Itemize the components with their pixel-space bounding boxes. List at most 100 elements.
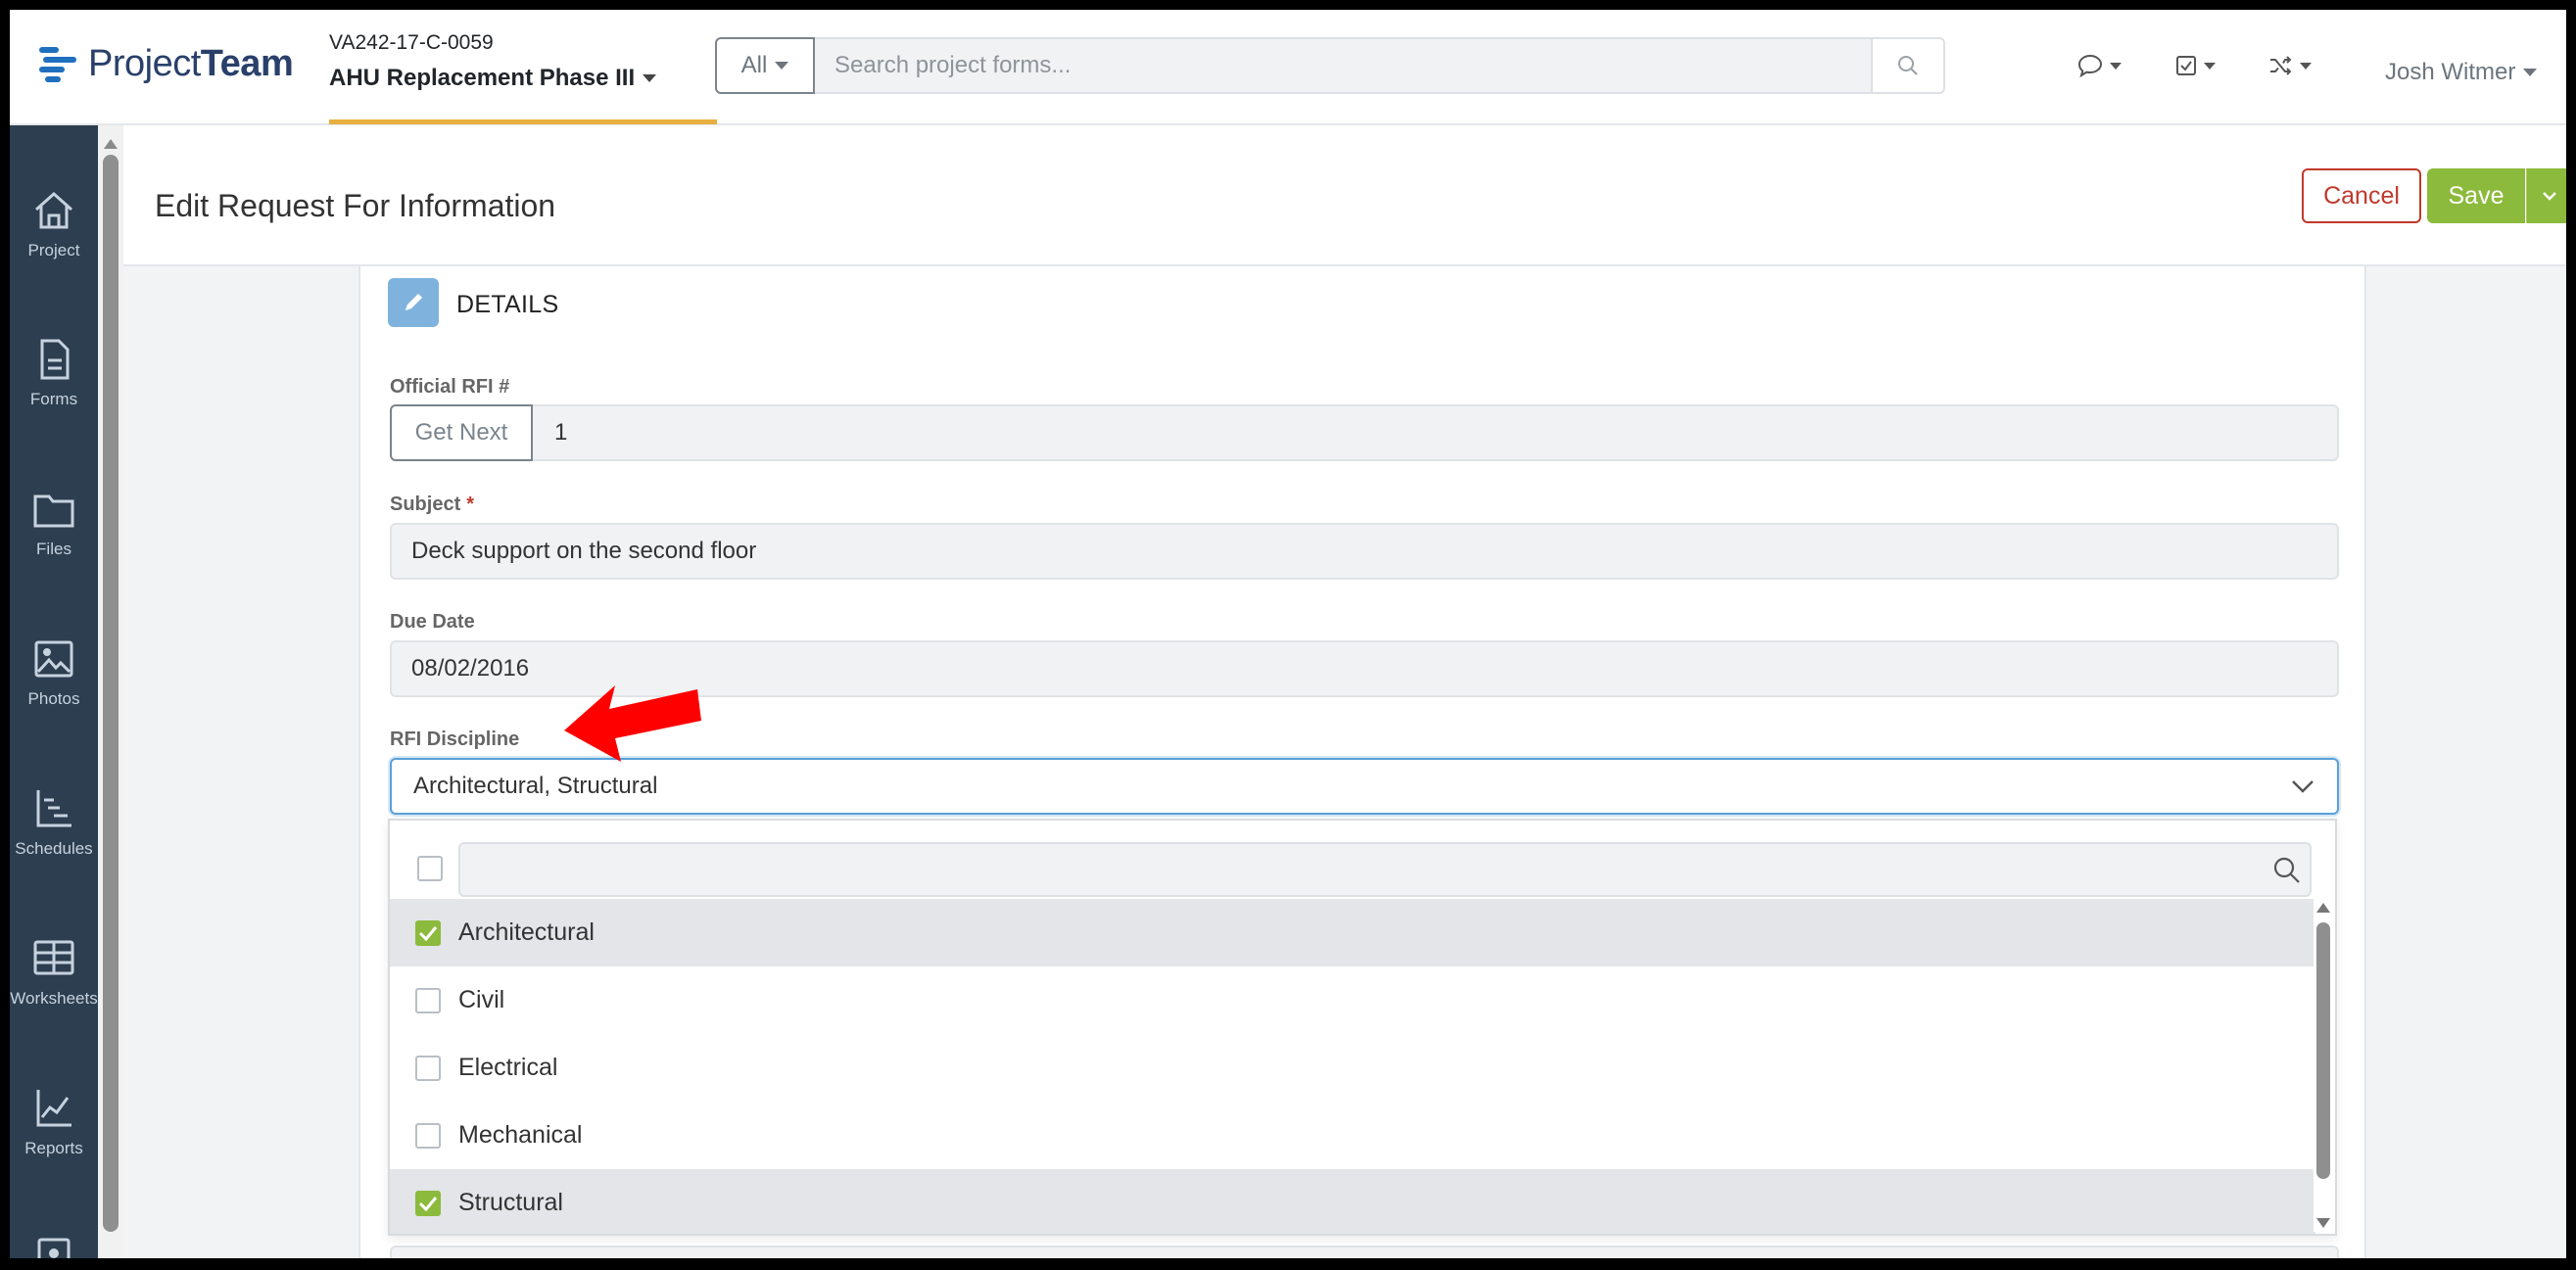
- project-code: VA242-17-C-0059: [329, 31, 494, 54]
- caret-down-icon: [2204, 62, 2216, 70]
- sidebar-item-label: Schedules: [15, 839, 93, 858]
- section-edit-badge: [388, 278, 439, 327]
- select-all-checkbox[interactable]: [417, 856, 443, 881]
- search-input[interactable]: Search project forms...: [815, 37, 1873, 94]
- official-rfi-label: Official RFI #: [390, 376, 510, 398]
- tasks-menu[interactable]: [2174, 54, 2216, 77]
- option-checkbox[interactable]: [415, 1190, 441, 1216]
- image-icon: [34, 640, 73, 678]
- option-checkbox[interactable]: [415, 919, 441, 946]
- dropdown-option-structural[interactable]: Structural: [390, 1169, 2315, 1234]
- caret-down-icon: [2110, 62, 2122, 70]
- sidebar: Project Forms Files Photos Schedules Wor…: [10, 125, 98, 1258]
- dropdown-option-mechanical[interactable]: Mechanical: [390, 1102, 2315, 1169]
- scroll-down-arrow-icon[interactable]: [2316, 1218, 2330, 1228]
- contact-card-icon: [37, 1238, 71, 1258]
- home-icon: [35, 191, 72, 229]
- due-date-label: Due Date: [390, 611, 475, 633]
- get-next-button[interactable]: Get Next: [390, 404, 533, 461]
- chevron-down-icon: [2292, 780, 2314, 793]
- search-group: All Search project forms...: [715, 37, 1945, 94]
- top-icon-group: [2076, 53, 2364, 78]
- caret-down-icon: [775, 62, 789, 70]
- dropdown-option-electrical[interactable]: Electrical: [390, 1034, 2315, 1102]
- sidebar-item-label: Worksheets: [10, 989, 98, 1008]
- scrollbar-thumb[interactable]: [2316, 922, 2330, 1179]
- sidebar-scrollbar[interactable]: [98, 125, 123, 1258]
- user-menu[interactable]: Josh Witmer: [2385, 59, 2538, 86]
- project-active-underline: [329, 119, 717, 124]
- sidebar-item-project[interactable]: Project: [10, 188, 98, 260]
- search-button[interactable]: [1873, 37, 1945, 94]
- sidebar-item-label: Reports: [24, 1139, 83, 1157]
- option-checkbox[interactable]: [415, 1122, 441, 1149]
- official-rfi-input[interactable]: 1: [390, 404, 2339, 461]
- search-scope-dropdown[interactable]: All: [715, 37, 815, 94]
- checkmark-icon: [418, 925, 438, 941]
- project-name[interactable]: AHU Replacement Phase III: [329, 65, 657, 92]
- shuffle-icon: [2270, 56, 2292, 75]
- save-options-button[interactable]: [2526, 168, 2566, 223]
- scrollbar-thumb[interactable]: [103, 155, 119, 1232]
- sidebar-item-label: Project: [27, 241, 80, 259]
- option-label: Mechanical: [458, 1121, 583, 1149]
- sidebar-item-label: Photos: [27, 689, 80, 708]
- option-label: Structural: [458, 1189, 563, 1216]
- subject-input[interactable]: Deck support on the second floor: [390, 523, 2339, 580]
- project-switcher[interactable]: VA242-17-C-0059 AHU Replacement Phase II…: [329, 31, 657, 92]
- sidebar-item-label: Files: [36, 540, 72, 558]
- option-label: Architectural: [458, 918, 595, 946]
- chart-icon: [36, 1090, 72, 1127]
- sidebar-item-contacts[interactable]: [10, 1236, 98, 1258]
- rfi-discipline-value: Architectural, Structural: [413, 773, 658, 799]
- search-icon: [2273, 857, 2300, 883]
- subject-label: Subject *: [390, 494, 475, 515]
- app-window: ProjectTeam VA242-17-C-0059 AHU Replacem…: [0, 0, 2576, 1270]
- dropdown-options-list: Architectural Civil Electrical Mechanical St…: [390, 899, 2315, 1234]
- option-checkbox[interactable]: [415, 987, 441, 1013]
- sidebar-item-reports[interactable]: Reports: [10, 1086, 98, 1158]
- checkmark-icon: [418, 1196, 438, 1211]
- workflow-menu[interactable]: [2268, 54, 2312, 77]
- app-logo[interactable]: ProjectTeam: [39, 43, 294, 85]
- save-button[interactable]: Save: [2427, 168, 2525, 223]
- scroll-up-arrow-icon[interactable]: [2316, 903, 2330, 913]
- folder-icon: [33, 494, 74, 528]
- caret-down-icon: [2523, 69, 2538, 76]
- dropdown-search-row: [390, 821, 2335, 897]
- option-checkbox[interactable]: [415, 1055, 441, 1081]
- cancel-button[interactable]: Cancel: [2302, 168, 2421, 223]
- sidebar-item-files[interactable]: Files: [10, 487, 98, 559]
- schedule-icon: [36, 790, 72, 827]
- scroll-up-arrow-icon[interactable]: [104, 139, 118, 149]
- checkbox-icon: [2176, 56, 2196, 75]
- sidebar-item-label: Forms: [29, 390, 78, 408]
- page-title: Edit Request For Information: [155, 188, 556, 223]
- option-label: Civil: [458, 986, 505, 1013]
- search-icon: [1898, 56, 1918, 75]
- caret-down-icon: [2300, 62, 2312, 70]
- rfi-discipline-dropdown: Architectural Civil Electrical Mechanical St…: [388, 819, 2337, 1236]
- logo-text: ProjectTeam: [88, 43, 294, 84]
- dropdown-search-input[interactable]: [458, 842, 2312, 897]
- dropdown-option-civil[interactable]: Civil: [390, 966, 2315, 1034]
- sidebar-item-schedules[interactable]: Schedules: [10, 786, 98, 859]
- dropdown-option-architectural[interactable]: Architectural: [390, 899, 2315, 966]
- top-navbar: ProjectTeam VA242-17-C-0059 AHU Replacem…: [10, 10, 2566, 125]
- section-title: DETAILS: [456, 291, 559, 318]
- annotation-arrow-icon: [564, 685, 701, 762]
- messages-menu[interactable]: [2076, 53, 2122, 78]
- required-asterisk: *: [466, 494, 475, 515]
- caret-down-icon: [643, 74, 657, 82]
- page-header: Edit Request For Information Cancel Save: [123, 125, 2566, 266]
- table-icon: [33, 940, 74, 975]
- sidebar-item-forms[interactable]: Forms: [10, 337, 98, 409]
- rfi-discipline-label: RFI Discipline: [390, 729, 520, 750]
- next-field-input[interactable]: [390, 1246, 2339, 1258]
- sidebar-item-photos[interactable]: Photos: [10, 636, 98, 709]
- dropdown-scrollbar[interactable]: [2314, 899, 2333, 1232]
- document-icon: [40, 339, 70, 380]
- logo-mark-icon: [39, 45, 76, 84]
- sidebar-item-worksheets[interactable]: Worksheets: [10, 936, 98, 1009]
- chevron-down-icon: [2542, 192, 2556, 201]
